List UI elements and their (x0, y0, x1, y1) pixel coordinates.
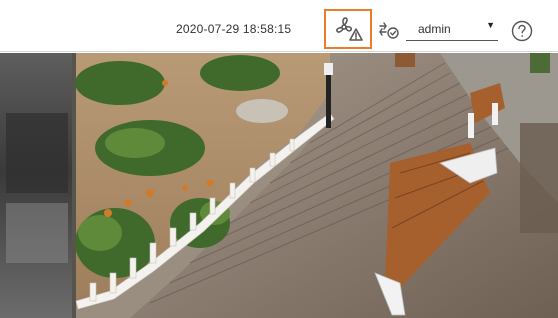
fan-alert-button[interactable] (324, 9, 372, 49)
camera-feed-image (0, 53, 558, 318)
sync-check-icon (379, 22, 399, 39)
sync-status-button[interactable] (378, 20, 400, 40)
user-select[interactable]: admin ▼ (406, 18, 498, 41)
top-bar: 2020-07-29 18:58:15 admin ▼ (0, 0, 558, 52)
caret-down-icon: ▼ (486, 20, 495, 30)
user-select-value: admin (418, 22, 451, 36)
help-icon (511, 20, 533, 42)
fan-alert-icon (336, 17, 363, 41)
system-datetime: 2020-07-29 18:58:15 (176, 22, 292, 36)
camera-live-view[interactable] (0, 53, 558, 318)
help-button[interactable] (511, 20, 533, 42)
